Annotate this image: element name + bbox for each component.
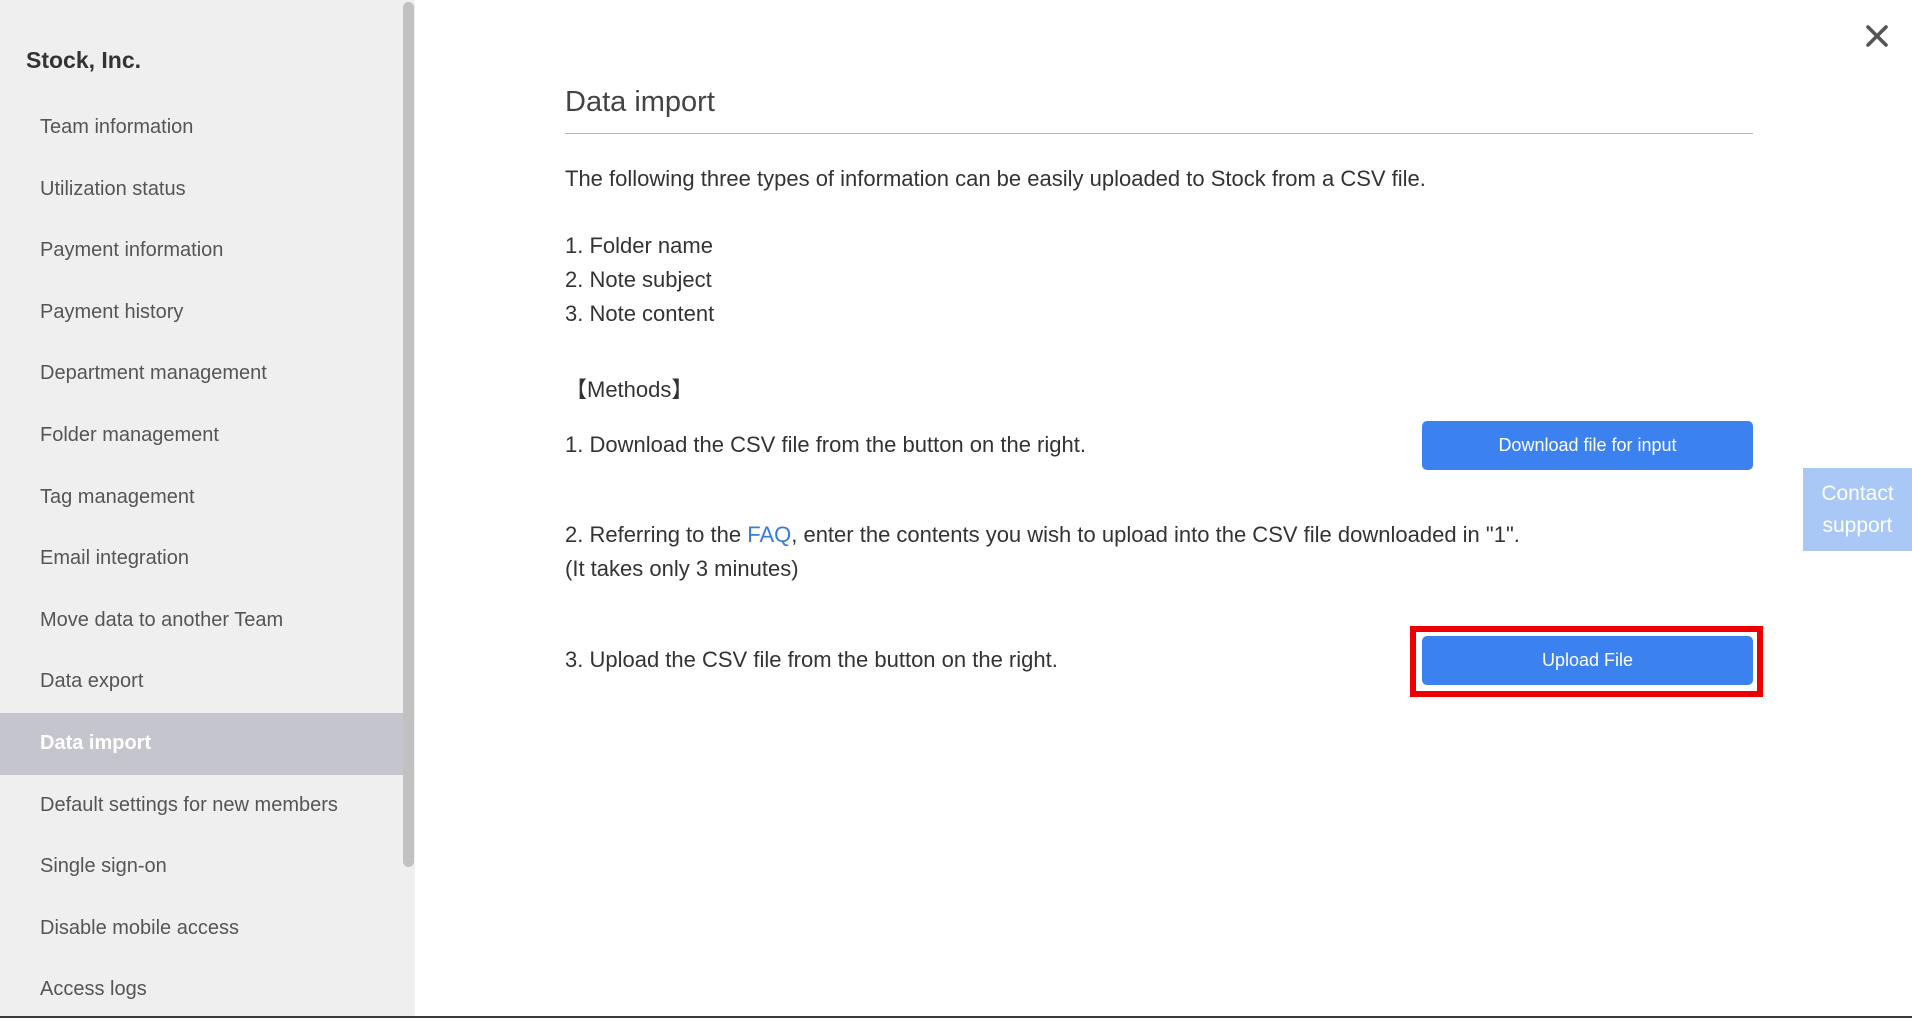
intro-text: The following three types of information… [565, 166, 1426, 191]
page-title: Data import [565, 86, 1753, 134]
step3-text: 3. Upload the CSV file from the button o… [565, 647, 1058, 672]
sidebar-item-team-information[interactable]: Team information [0, 97, 403, 159]
sidebar-item-default-settings[interactable]: Default settings for new members [0, 775, 403, 837]
sidebar-item-department-management[interactable]: Department management [0, 343, 403, 405]
data-import-panel: Data import [565, 86, 1753, 134]
contact-support-line1: Contact [1821, 481, 1894, 505]
methods-heading: 【Methods】 [565, 377, 694, 402]
sidebar-item-data-export[interactable]: Data export [0, 651, 403, 713]
close-button[interactable] [1862, 18, 1892, 54]
sidebar-scrollbar-thumb[interactable] [403, 2, 414, 867]
sidebar-item-payment-history[interactable]: Payment history [0, 282, 403, 344]
faq-link[interactable]: FAQ [747, 522, 791, 547]
organization-name: Stock, Inc. [26, 47, 142, 73]
info-type-note-content: 3. Note content [565, 301, 715, 326]
sidebar-item-data-import[interactable]: Data import [0, 712, 403, 775]
step2-note: (It takes only 3 minutes) [565, 556, 799, 581]
settings-sidebar: Stock, Inc. Team information Utilization… [0, 0, 415, 1016]
close-icon [1866, 25, 1888, 47]
sidebar-item-access-logs[interactable]: Access logs [0, 959, 403, 1021]
info-type-folder-name: 1. Folder name [565, 233, 713, 258]
download-file-button[interactable]: Download file for input [1422, 421, 1753, 470]
sidebar-item-email-integration[interactable]: Email integration [0, 528, 403, 590]
step2-suffix: , enter the contents you wish to upload … [791, 522, 1520, 547]
step1-text: 1. Download the CSV file from the button… [565, 432, 1086, 457]
step2-text: 2. Referring to the FAQ, enter the conte… [565, 518, 1520, 552]
sidebar-item-utilization-status[interactable]: Utilization status [0, 159, 403, 221]
sidebar-item-single-sign-on[interactable]: Single sign-on [0, 836, 403, 898]
upload-file-button[interactable]: Upload File [1422, 636, 1753, 685]
sidebar-item-payment-information[interactable]: Payment information [0, 220, 403, 282]
contact-support-line2: support [1822, 513, 1893, 537]
step2-prefix: 2. Referring to the [565, 522, 748, 547]
sidebar-item-move-data[interactable]: Move data to another Team [0, 590, 403, 652]
contact-support-label: Contact support [1821, 478, 1893, 542]
contact-support-button[interactable]: Contact support [1803, 468, 1912, 551]
settings-nav: Team information Utilization status Paym… [0, 97, 403, 1021]
info-types-list: 1. Folder name 2. Note subject 3. Note c… [565, 229, 714, 331]
sidebar-item-disable-mobile-access[interactable]: Disable mobile access [0, 898, 403, 960]
info-type-note-subject: 2. Note subject [565, 267, 712, 292]
sidebar-item-tag-management[interactable]: Tag management [0, 467, 403, 529]
sidebar-item-folder-management[interactable]: Folder management [0, 405, 403, 467]
